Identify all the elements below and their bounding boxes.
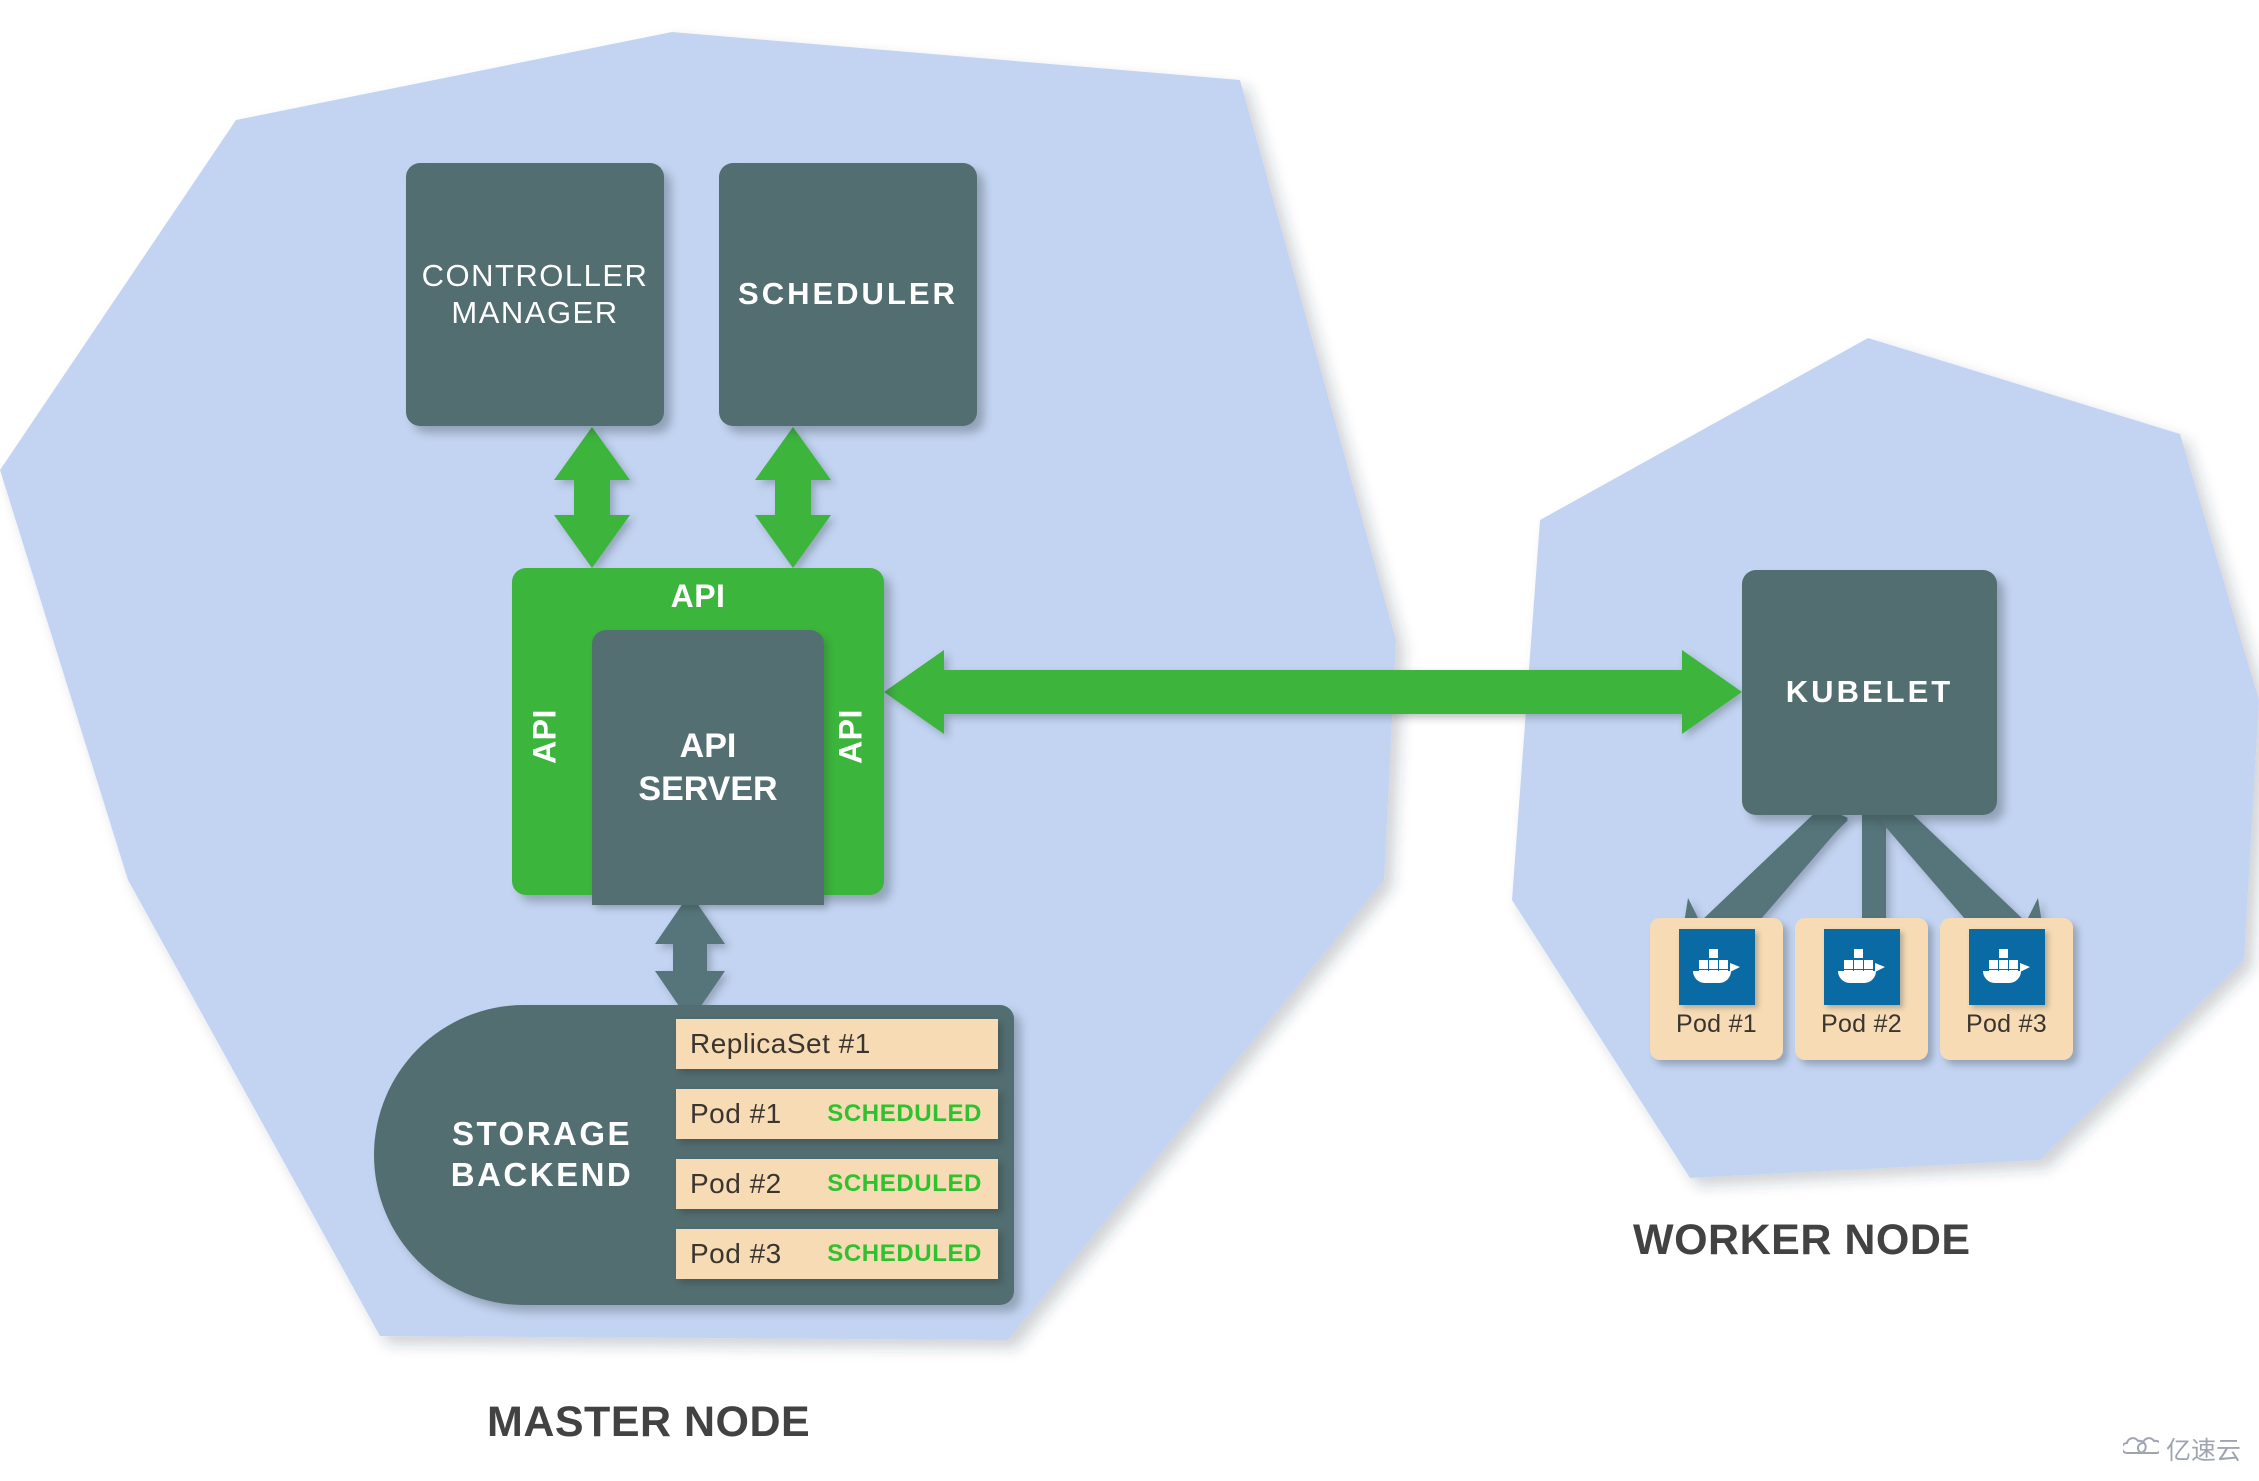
scheduler-box[interactable]: SCHEDULER (719, 163, 977, 426)
pod-card-label: Pod #1 (1675, 1010, 1758, 1038)
record-status: SCHEDULED (827, 1240, 982, 1267)
controller-manager-box[interactable]: CONTROLLER MANAGER (406, 163, 664, 426)
list-item[interactable]: ReplicaSet #1 (676, 1019, 998, 1069)
pod-card[interactable]: Pod #2 (1795, 918, 1928, 1060)
api-wrapper-box[interactable]: API API API API SERVER (512, 568, 884, 905)
api-server-box[interactable]: API SERVER (592, 630, 824, 905)
storage-backend-label: STORAGE BACKEND (450, 1115, 634, 1194)
worker-pod-row: Pod #1 Pod #2 Pod #3 (1650, 918, 2073, 1060)
storage-record-list: ReplicaSet #1 Pod #1 SCHEDULED Pod #2 SC… (676, 1019, 998, 1299)
arrow-api-kubelet (884, 650, 1742, 734)
list-item[interactable]: Pod #3 SCHEDULED (676, 1229, 998, 1279)
record-name: Pod #2 (690, 1168, 782, 1199)
api-top-label: API (670, 578, 726, 614)
diagram-canvas: CONTROLLER MANAGER SCHEDULER API API API… (0, 0, 2259, 1481)
record-name: Pod #3 (690, 1238, 782, 1269)
api-right-label: API (832, 709, 869, 764)
docker-whale-icon (1968, 929, 2045, 1005)
api-left-label: API (526, 709, 563, 764)
kubelet-box[interactable]: KUBELET (1742, 570, 1997, 815)
pod-card-label: Pod #2 (1820, 1010, 1903, 1038)
arrow-controller-manager-api (554, 427, 630, 568)
scheduler-label: SCHEDULER (738, 276, 958, 312)
master-node-caption: MASTER NODE (487, 1398, 811, 1446)
docker-whale-icon (1678, 929, 1755, 1005)
record-name: ReplicaSet #1 (690, 1028, 871, 1059)
docker-whale-icon (1823, 929, 1900, 1005)
controller-manager-label: CONTROLLER MANAGER (421, 257, 649, 330)
kubelet-label: KUBELET (1785, 674, 1954, 710)
cloud-icon (2121, 1435, 2163, 1464)
record-status: SCHEDULED (827, 1100, 982, 1127)
arrow-apiserver-storage (655, 893, 725, 1022)
pod-card[interactable]: Pod #1 (1650, 918, 1783, 1060)
storage-backend-group: STORAGE BACKEND ReplicaSet #1 Pod #1 SCH… (374, 1005, 1014, 1305)
worker-node-caption: WORKER NODE (1633, 1216, 1971, 1264)
pod-card-label: Pod #3 (1965, 1010, 2048, 1038)
watermark: 亿速云 (2121, 1431, 2241, 1467)
pod-card[interactable]: Pod #3 (1940, 918, 2073, 1060)
watermark-text: 亿速云 (2165, 1436, 2241, 1465)
list-item[interactable]: Pod #2 SCHEDULED (676, 1159, 998, 1209)
record-name: Pod #1 (690, 1098, 782, 1129)
arrow-scheduler-api (755, 427, 831, 568)
list-item[interactable]: Pod #1 SCHEDULED (676, 1089, 998, 1139)
record-status: SCHEDULED (827, 1170, 982, 1197)
